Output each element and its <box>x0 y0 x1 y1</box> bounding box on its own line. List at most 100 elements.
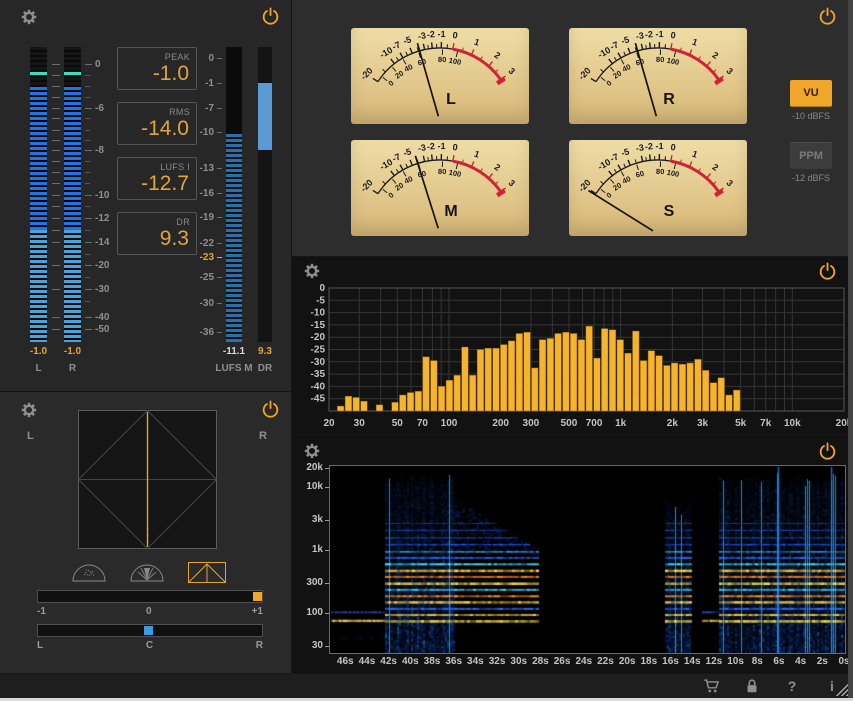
svg-text:-3: -3 <box>417 30 427 41</box>
left-peak-value: -1.0 <box>21 346 56 357</box>
peak-hold-line <box>64 72 81 75</box>
svg-text:2: 2 <box>711 50 721 61</box>
svg-text:3: 3 <box>724 178 735 189</box>
correlation-indicator[interactable] <box>253 592 262 601</box>
svg-text:500: 500 <box>561 418 578 429</box>
svg-text:0: 0 <box>452 142 458 153</box>
vu-meters-panel: -20-10-7-5-3-2-10123020406080100L -20-10… <box>292 0 853 256</box>
bal-left: L <box>37 640 43 651</box>
cart-icon[interactable] <box>703 677 721 695</box>
svg-text:40: 40 <box>403 62 414 74</box>
svg-text:1k: 1k <box>615 418 627 429</box>
svg-text:3k: 3k <box>697 418 709 429</box>
dot-cloud-icon <box>84 570 94 577</box>
svg-text:100: 100 <box>448 56 462 67</box>
meter-fill-upper <box>30 87 47 230</box>
correlation-meter[interactable] <box>37 590 263 603</box>
svg-text:-5: -5 <box>620 34 631 46</box>
svg-text:2: 2 <box>493 50 503 61</box>
rms-readout-box: RMS -14.0 <box>117 102 197 145</box>
svg-text:S: S <box>664 203 675 220</box>
svg-text:-7: -7 <box>391 151 402 163</box>
svg-text:-3: -3 <box>635 142 645 153</box>
dr-value: 9.3 <box>245 346 285 357</box>
power-toggle-icon[interactable] <box>818 442 837 461</box>
settings-gear-icon[interactable] <box>20 8 38 26</box>
meter-fill-lower <box>30 230 47 342</box>
readout-label: PEAK <box>165 52 190 62</box>
svg-text:40: 40 <box>403 174 414 186</box>
svg-text:-45: -45 <box>311 394 326 405</box>
scope-mode-diamond-button[interactable] <box>188 562 226 583</box>
svg-text:-5: -5 <box>402 146 413 158</box>
svg-text:80: 80 <box>438 167 447 176</box>
bal-right: R <box>256 640 263 651</box>
meter-fill-lower <box>64 230 81 342</box>
balance-scale: L C R <box>37 640 263 651</box>
right-channel-label: R <box>55 363 90 374</box>
svg-text:0: 0 <box>670 30 676 41</box>
ppm-reference-caption: -12 dBFS <box>779 173 843 183</box>
right-peak-value: -1.0 <box>55 346 90 357</box>
readout-label: LUFS I <box>160 162 190 172</box>
svg-text:70: 70 <box>417 418 429 429</box>
vu-mode-button[interactable]: VU <box>790 80 832 107</box>
vu-meter-right: -20-10-7-5-3-2-10123020406080100R <box>569 28 747 124</box>
svg-text:-20: -20 <box>358 177 374 193</box>
meter-fill-upper <box>64 87 81 230</box>
vu-meter-left: -20-10-7-5-3-2-10123020406080100L <box>351 28 529 124</box>
svg-text:80: 80 <box>656 55 665 64</box>
help-icon[interactable]: ? <box>783 677 801 695</box>
power-toggle-icon[interactable] <box>261 400 280 419</box>
balance-indicator[interactable] <box>144 626 153 635</box>
svg-text:700: 700 <box>586 418 603 429</box>
svg-text:-30: -30 <box>311 357 326 368</box>
dr-meter <box>258 47 272 342</box>
svg-text:1: 1 <box>473 37 481 48</box>
svg-text:3: 3 <box>506 66 517 77</box>
svg-text:-3: -3 <box>417 142 427 153</box>
scope-mode-rays-button[interactable] <box>128 562 166 583</box>
power-toggle-icon[interactable] <box>818 7 837 26</box>
spectrum-plot: 203050701002003005007001k2k3k5k7k10k20k0… <box>292 257 853 434</box>
svg-text:2: 2 <box>711 162 721 173</box>
svg-text:10k: 10k <box>784 418 801 429</box>
power-toggle-icon[interactable] <box>818 262 837 281</box>
level-meter-right <box>64 47 81 342</box>
scope-mode-cloud-button[interactable] <box>70 562 108 583</box>
svg-text:-7: -7 <box>609 151 620 163</box>
svg-text:100: 100 <box>441 418 458 429</box>
settings-gear-icon[interactable] <box>303 262 321 280</box>
vu-meter-mid: -20-10-7-5-3-2-10123020406080100M <box>351 140 529 236</box>
svg-text:-2: -2 <box>426 29 435 40</box>
svg-text:1: 1 <box>691 149 699 160</box>
readout-value: -1.0 <box>153 62 189 86</box>
lufs-momentary-meter <box>226 47 242 342</box>
svg-text:80: 80 <box>656 167 665 176</box>
svg-text:-5: -5 <box>620 146 631 158</box>
svg-text:-20: -20 <box>576 65 592 81</box>
settings-gear-icon[interactable] <box>20 401 38 419</box>
vu-reference-caption: -10 dBFS <box>779 111 843 121</box>
lock-icon[interactable] <box>743 677 761 695</box>
dr-readout-box: DR 9.3 <box>117 212 197 255</box>
svg-text:0: 0 <box>670 142 676 153</box>
svg-text:40: 40 <box>621 62 632 74</box>
svg-text:300: 300 <box>523 418 540 429</box>
level-meter-left <box>30 47 47 342</box>
svg-text:-5: -5 <box>402 34 413 46</box>
power-toggle-icon[interactable] <box>261 7 280 26</box>
svg-text:60: 60 <box>635 169 645 180</box>
balance-meter[interactable] <box>37 624 263 637</box>
bal-center: C <box>146 640 153 651</box>
svg-text:-7: -7 <box>391 39 402 51</box>
svg-text:0: 0 <box>319 283 325 294</box>
svg-text:-35: -35 <box>311 369 326 380</box>
meter-mid-ticks <box>51 47 61 342</box>
svg-text:100: 100 <box>448 168 462 179</box>
settings-gear-icon[interactable] <box>303 442 321 460</box>
ppm-mode-button[interactable]: PPM <box>790 142 832 169</box>
lufs-scale: 0-1-7-10-13-16-19-22-23-25-30-36 <box>188 47 222 342</box>
lufs-fill <box>226 134 242 342</box>
window-edge <box>848 0 853 698</box>
